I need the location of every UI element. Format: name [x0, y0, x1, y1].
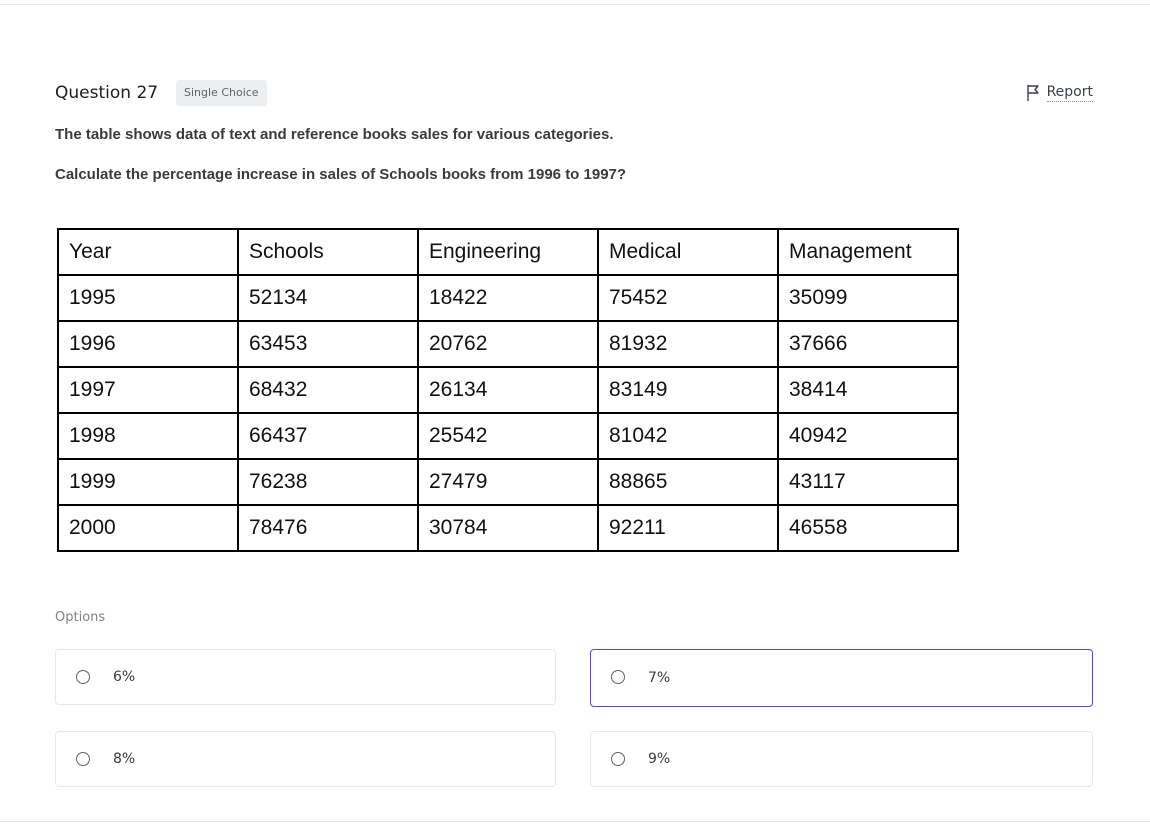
table-cell: 83149	[597, 366, 779, 414]
table-cell: 1995	[57, 274, 239, 322]
table-header-row: Year Schools Engineering Medical Managem…	[57, 228, 959, 276]
table-cell: 38414	[777, 366, 959, 414]
table-cell: 18422	[417, 274, 599, 322]
table-cell: 46558	[777, 504, 959, 552]
radio-circle-icon[interactable]	[76, 670, 90, 684]
table-row: 1996 63453 20762 81932 37666	[57, 320, 959, 368]
table-cell: 1996	[57, 320, 239, 368]
table-cell: 40942	[777, 412, 959, 460]
table-cell: 26134	[417, 366, 599, 414]
table-cell: 20762	[417, 320, 599, 368]
option-label: 9%	[648, 751, 671, 767]
table-cell: 30784	[417, 504, 599, 552]
option-label: 7%	[648, 670, 671, 686]
report-label: Report	[1046, 84, 1093, 102]
table-row: 1998 66437 25542 81042 40942	[57, 412, 959, 460]
bottom-divider	[0, 821, 1150, 822]
table-header-cell: Medical	[597, 228, 779, 276]
table-cell: 92211	[597, 504, 779, 552]
table-cell: 81932	[597, 320, 779, 368]
table-cell: 2000	[57, 504, 239, 552]
table-cell: 52134	[237, 274, 419, 322]
question-type-badge: Single Choice	[176, 80, 267, 106]
table-cell: 78476	[237, 504, 419, 552]
option-label: 8%	[113, 751, 136, 767]
question-header: Question 27 Single Choice Report	[55, 80, 1093, 106]
table-header-cell: Schools	[237, 228, 419, 276]
flag-icon	[1026, 84, 1040, 102]
table-cell: 68432	[237, 366, 419, 414]
option-9-percent[interactable]: 9%	[590, 731, 1093, 787]
top-divider	[0, 4, 1150, 5]
table-row: 1995 52134 18422 75452 35099	[57, 274, 959, 322]
option-label: 6%	[113, 669, 136, 685]
table-cell: 35099	[777, 274, 959, 322]
table-header-cell: Year	[57, 228, 239, 276]
option-7-percent[interactable]: 7%	[590, 649, 1093, 707]
question-text-intro: The table shows data of text and referen…	[55, 126, 614, 143]
radio-circle-icon[interactable]	[611, 670, 625, 684]
options-heading: Options	[55, 610, 106, 625]
table-cell: 63453	[237, 320, 419, 368]
table-cell: 1998	[57, 412, 239, 460]
table-cell: 27479	[417, 458, 599, 506]
question-text-prompt: Calculate the percentage increase in sal…	[55, 166, 627, 183]
table-header-cell: Management	[777, 228, 959, 276]
table-cell: 81042	[597, 412, 779, 460]
report-button[interactable]: Report	[1026, 82, 1093, 104]
table-cell: 37666	[777, 320, 959, 368]
table-cell: 88865	[597, 458, 779, 506]
radio-circle-icon[interactable]	[611, 752, 625, 766]
table-row: 2000 78476 30784 92211 46558	[57, 504, 959, 552]
option-6-percent[interactable]: 6%	[55, 649, 556, 705]
table-row: 1997 68432 26134 83149 38414	[57, 366, 959, 414]
table-cell: 43117	[777, 458, 959, 506]
table-cell: 1997	[57, 366, 239, 414]
table-cell: 76238	[237, 458, 419, 506]
table-cell: 66437	[237, 412, 419, 460]
table-row: 1999 76238 27479 88865 43117	[57, 458, 959, 506]
sales-data-table: Year Schools Engineering Medical Managem…	[57, 228, 959, 552]
table-cell: 1999	[57, 458, 239, 506]
question-title: Question 27	[55, 83, 159, 103]
table-header-cell: Engineering	[417, 228, 599, 276]
option-8-percent[interactable]: 8%	[55, 731, 556, 787]
radio-circle-icon[interactable]	[76, 752, 90, 766]
table-cell: 25542	[417, 412, 599, 460]
table-cell: 75452	[597, 274, 779, 322]
